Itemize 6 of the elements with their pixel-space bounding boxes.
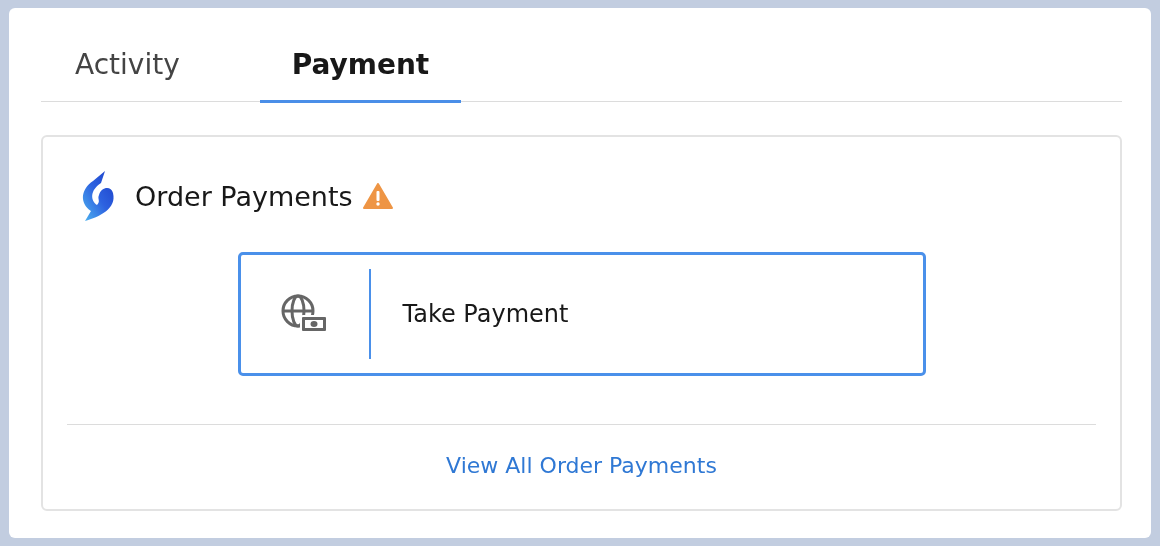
tab[interactable]: Activity	[41, 8, 214, 103]
globe-money-icon	[280, 294, 329, 334]
tab[interactable]: Payment	[259, 8, 462, 103]
view-all-link[interactable]: View All Order Payments	[446, 453, 717, 478]
section-title: Order Payments	[135, 180, 353, 212]
take-payment-button[interactable]: Take Payment	[237, 252, 926, 376]
